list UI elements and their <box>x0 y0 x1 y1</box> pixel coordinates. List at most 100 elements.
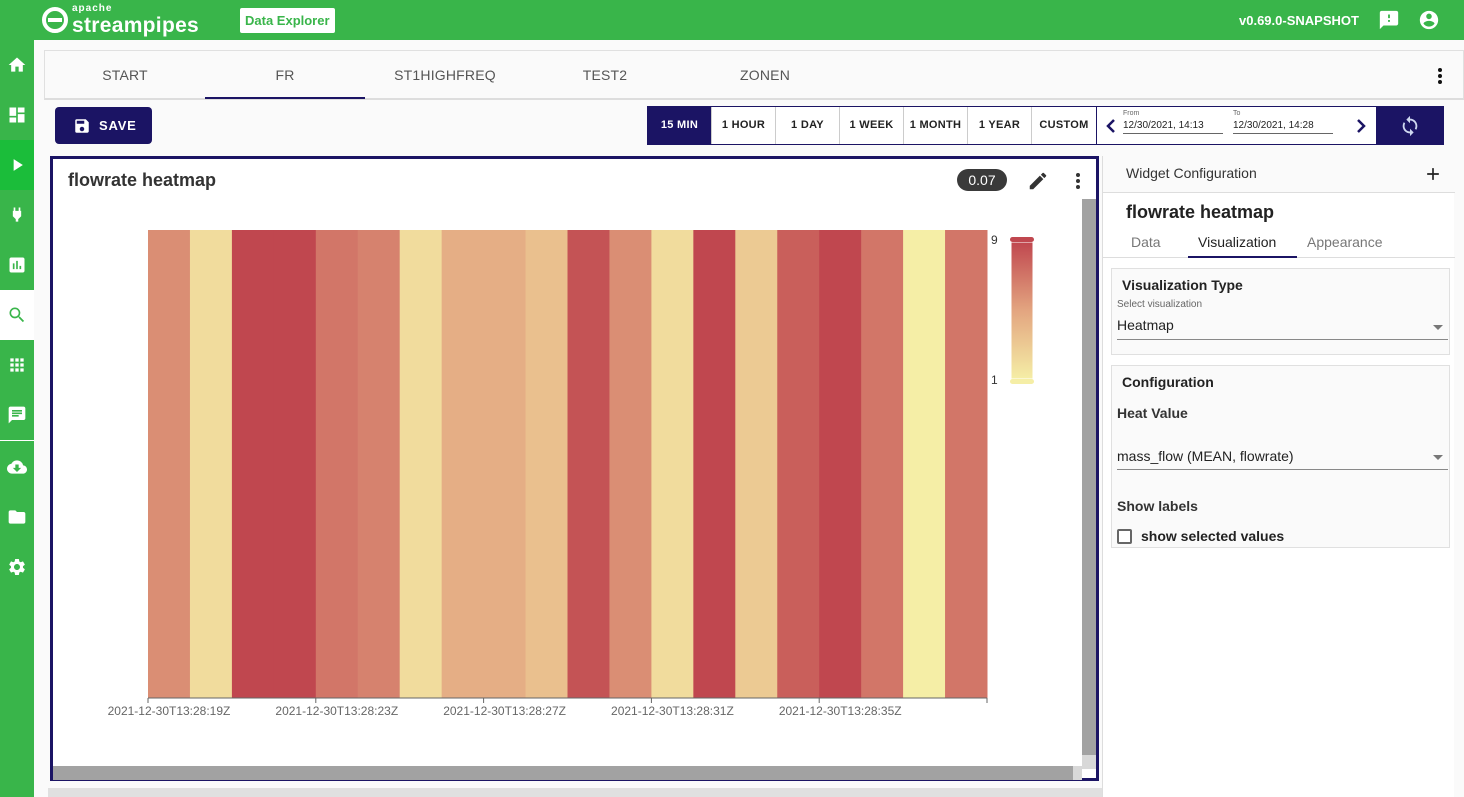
chevron-right-icon[interactable] <box>1355 118 1367 134</box>
vertical-scrollbar[interactable] <box>1082 199 1096 767</box>
config-tab-appearance[interactable]: Appearance <box>1307 234 1383 250</box>
from-field[interactable]: From 12/30/2021, 14:13 <box>1123 110 1223 134</box>
refresh-button[interactable] <box>1376 106 1444 145</box>
heatmap-cell <box>651 230 694 698</box>
sidebar-item-notifications[interactable] <box>0 390 34 440</box>
heatmap-cell <box>315 230 359 698</box>
heatmap-cell <box>861 230 904 698</box>
account-icon[interactable] <box>1418 9 1440 31</box>
config-tabs: Data Visualization Appearance <box>1103 228 1455 258</box>
tab-zonen[interactable]: ZONEN <box>685 51 845 99</box>
refresh-icon <box>1402 115 1418 136</box>
add-icon[interactable] <box>1423 164 1443 184</box>
heat-value-label: Heat Value <box>1117 405 1188 421</box>
sidebar-item-charts[interactable] <box>0 240 34 290</box>
heatmap-cell <box>945 230 988 698</box>
sidebar-item-files[interactable] <box>0 492 34 542</box>
tab-st1highfreq[interactable]: ST1HIGHFREQ <box>365 51 525 99</box>
folder-icon <box>8 510 26 524</box>
x-tick-label: 2021-12-30T13:28:19Z <box>108 704 231 718</box>
legend-min-label: 1 <box>991 373 998 387</box>
x-tick-label: 2021-12-30T13:28:23Z <box>275 704 398 718</box>
heatmap-cell <box>735 230 778 698</box>
range-15min-button[interactable]: 15 MIN <box>648 107 712 144</box>
select-underline <box>1117 469 1448 470</box>
dropdown-arrow-icon[interactable] <box>1433 455 1443 460</box>
sidebar-item-apps[interactable] <box>0 340 34 390</box>
config-header-title: Widget Configuration <box>1126 165 1257 181</box>
show-selected-values-checkbox[interactable] <box>1117 529 1132 544</box>
select-visualization-label: Select visualization <box>1117 299 1203 310</box>
legend-max-label: 9 <box>991 233 998 247</box>
vertical-scrollbar-track <box>1082 755 1096 769</box>
main-area: START FR ST1HIGHFREQ TEST2 ZONEN SAVE 15… <box>34 40 1464 797</box>
logo-s-icon <box>42 7 68 33</box>
apps-icon <box>10 358 24 372</box>
sidebar-item-dashboard[interactable] <box>0 90 34 140</box>
tab-start[interactable]: START <box>45 51 205 99</box>
save-label: SAVE <box>99 118 137 133</box>
sidebar <box>0 40 34 797</box>
toolbar: SAVE 15 MIN 1 HOUR 1 DAY 1 WEEK 1 MONTH … <box>44 102 1464 150</box>
sidebar-item-connect[interactable] <box>0 190 34 240</box>
range-custom-button[interactable]: CUSTOM <box>1032 107 1096 144</box>
dropdown-arrow-icon[interactable] <box>1433 325 1443 330</box>
color-legend-min-handle <box>1010 379 1034 384</box>
top-bar: apache streampipes Data Explorer v0.69.0… <box>0 0 1464 40</box>
play-icon <box>13 159 23 171</box>
next-widget-strip <box>48 788 1104 797</box>
app-title-badge: Data Explorer <box>240 8 335 33</box>
heatmap-widget: flowrate heatmap 0.07 2021-12-30T13:28:1… <box>50 156 1099 781</box>
heatmap-cell <box>777 230 820 698</box>
heat-value-select[interactable]: mass_flow (MEAN, flowrate) <box>1117 448 1294 464</box>
feedback-icon[interactable] <box>1378 9 1400 31</box>
sidebar-item-install[interactable] <box>0 442 34 492</box>
from-value[interactable]: 12/30/2021, 14:13 <box>1123 120 1223 134</box>
heatmap-cell <box>399 230 443 698</box>
visualization-type-title: Visualization Type <box>1122 277 1243 293</box>
to-field[interactable]: To 12/30/2021, 14:28 <box>1233 110 1333 134</box>
dashboard-icon <box>9 107 25 123</box>
chevron-left-icon[interactable] <box>1105 118 1117 134</box>
show-selected-values-label[interactable]: show selected values <box>1141 528 1284 544</box>
more-vert-icon[interactable] <box>1437 67 1443 85</box>
scrollbar-corner <box>1073 766 1082 780</box>
save-icon <box>75 118 89 133</box>
heatmap-cell <box>525 230 568 698</box>
heatmap-cell <box>609 230 652 698</box>
streampipes-logo[interactable]: apache streampipes <box>42 4 199 36</box>
sidebar-item-pipelines[interactable] <box>0 140 34 190</box>
dashboard-tabs: START FR ST1HIGHFREQ TEST2 ZONEN <box>44 50 1464 100</box>
range-1month-button[interactable]: 1 MONTH <box>904 107 968 144</box>
tab-test2[interactable]: TEST2 <box>525 51 685 99</box>
range-1year-button[interactable]: 1 YEAR <box>968 107 1032 144</box>
gear-icon <box>9 559 25 575</box>
date-range-picker: From 12/30/2021, 14:13 To 12/30/2021, 14… <box>1096 106 1376 145</box>
visualization-select-value[interactable]: Heatmap <box>1117 317 1174 333</box>
active-tab-indicator <box>1188 256 1297 258</box>
visualization-type-card: Visualization Type Select visualization … <box>1111 268 1450 355</box>
configuration-title: Configuration <box>1122 374 1214 390</box>
home-icon <box>8 57 26 72</box>
heatmap-cell <box>273 230 317 698</box>
config-tab-visualization[interactable]: Visualization <box>1198 234 1276 250</box>
save-button[interactable]: SAVE <box>55 107 152 144</box>
to-label: To <box>1233 110 1241 117</box>
logo-name-text: streampipes <box>72 14 200 37</box>
sidebar-item-home[interactable] <box>0 40 34 90</box>
config-tab-data[interactable]: Data <box>1131 234 1161 250</box>
range-1hour-button[interactable]: 1 HOUR <box>712 107 776 144</box>
to-value[interactable]: 12/30/2021, 14:28 <box>1233 120 1333 134</box>
sidebar-item-data-explorer[interactable] <box>0 290 34 340</box>
tab-fr[interactable]: FR <box>205 51 365 99</box>
heatmap-cell <box>693 230 736 698</box>
heatmap-cell <box>148 230 191 698</box>
configuration-card: Configuration Heat Value mass_flow (MEAN… <box>1111 365 1450 548</box>
horizontal-scrollbar[interactable] <box>53 766 1073 780</box>
sidebar-item-settings[interactable] <box>0 542 34 592</box>
range-1week-button[interactable]: 1 WEEK <box>840 107 904 144</box>
heatmap-cell <box>357 230 401 698</box>
range-1day-button[interactable]: 1 DAY <box>776 107 840 144</box>
from-label: From <box>1123 110 1140 117</box>
cloud-download-icon <box>7 460 27 474</box>
